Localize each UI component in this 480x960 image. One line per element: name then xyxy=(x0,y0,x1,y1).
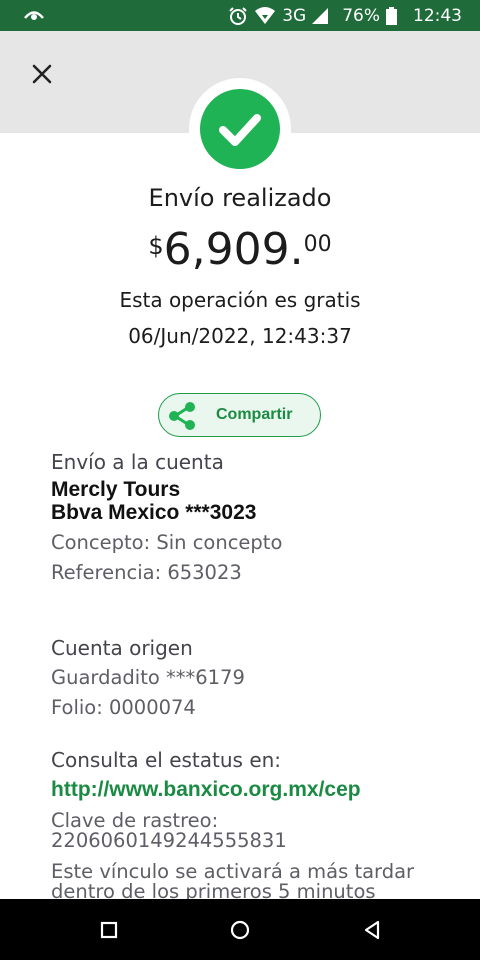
destination-heading: Envío a la cuenta xyxy=(51,450,224,474)
receipt-title: Envío realizado xyxy=(148,184,332,212)
transfer-amount: $ 6,909. 00 xyxy=(0,226,480,276)
transfer-reference: Referencia: 653023 xyxy=(51,561,242,584)
battery-percent: 76% xyxy=(342,6,380,26)
status-bar: 3G 76% 12:43 xyxy=(0,0,480,31)
back-icon xyxy=(364,920,380,940)
recents-icon xyxy=(100,921,118,939)
eye-icon xyxy=(24,8,44,27)
transaction-datetime: 06/Jun/2022, 12:43:37 xyxy=(128,324,352,348)
amount-integer: 6,909. xyxy=(163,224,304,275)
origin-heading: Cuenta origen xyxy=(51,636,193,660)
tracking-code: 2206060149244555831 xyxy=(51,829,287,852)
destination-bank: Bbva Mexico ***3023 xyxy=(51,501,257,524)
origin-folio: Folio: 0000074 xyxy=(51,696,196,719)
recents-button[interactable] xyxy=(96,917,122,943)
home-icon xyxy=(230,920,250,940)
share-label: Compartir xyxy=(216,406,293,423)
fee-text: Esta operación es gratis xyxy=(119,288,361,312)
status-heading: Consulta el estatus en: xyxy=(51,748,282,772)
banxico-link[interactable]: http://www.banxico.org.mx/cep xyxy=(51,778,361,802)
clock: 12:43 xyxy=(413,6,462,26)
home-button[interactable] xyxy=(227,917,253,943)
checkmark-icon xyxy=(200,89,280,169)
transfer-concept: Concepto: Sin concepto xyxy=(51,531,283,554)
amount-currency: $ xyxy=(148,232,164,260)
share-icon xyxy=(167,402,197,434)
amount-decimals: 00 xyxy=(303,232,332,257)
battery-icon xyxy=(386,7,397,25)
back-button[interactable] xyxy=(359,917,385,943)
network-type: 3G xyxy=(282,6,307,26)
navigation-bar xyxy=(0,899,480,960)
success-badge xyxy=(189,78,291,180)
signal-icon xyxy=(312,8,329,24)
close-button[interactable] xyxy=(28,60,56,88)
close-icon xyxy=(32,64,52,84)
destination-name: Mercly Tours xyxy=(51,478,181,501)
alarm-icon xyxy=(228,6,248,26)
origin-account: Guardadito ***6179 xyxy=(51,666,245,689)
share-button[interactable]: Compartir xyxy=(158,393,321,437)
wifi-icon xyxy=(254,6,276,26)
